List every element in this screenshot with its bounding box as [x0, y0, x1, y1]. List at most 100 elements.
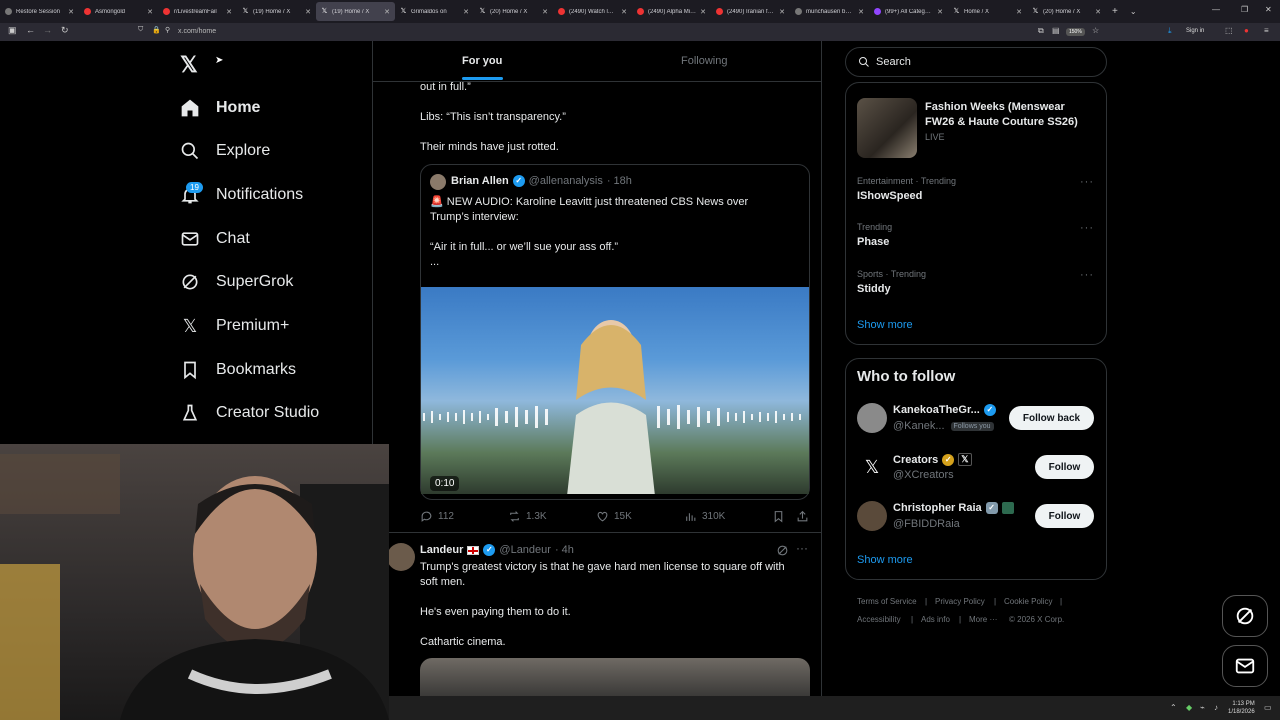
browser-tab[interactable]: (99+) All Categorie ✕ [869, 2, 948, 21]
browser-tab[interactable]: (2490) Alpha Mike ✕ [632, 2, 711, 21]
post-image[interactable] [420, 658, 810, 696]
extension-badge-icon[interactable]: ● [1244, 26, 1249, 35]
trend-item-fashion[interactable]: Fashion Weeks (Menswear FW26 & Haute Cou… [925, 100, 1078, 145]
close-tab-icon[interactable]: ✕ [226, 8, 232, 16]
close-tab-icon[interactable]: ✕ [68, 8, 74, 16]
messages-button[interactable] [1222, 645, 1268, 687]
menu-icon[interactable]: ≡ [1264, 26, 1269, 35]
trend-item-stiddy[interactable]: Stiddy [857, 283, 891, 295]
tab-following[interactable]: Following [681, 55, 727, 67]
browser-tab[interactable]: Restore Session ✕ [0, 2, 79, 21]
close-tab-icon[interactable]: ✕ [858, 8, 864, 16]
footer-link-accessibility[interactable]: Accessibility [857, 615, 901, 624]
extensions-icon[interactable]: ⬚ [1225, 26, 1233, 35]
avatar[interactable] [857, 501, 887, 531]
notification-center-icon[interactable]: ▭ [1264, 703, 1272, 712]
trend-item-phase[interactable]: Phase [857, 236, 889, 248]
close-tab-icon[interactable]: ✕ [1016, 8, 1022, 16]
close-tab-icon[interactable]: ✕ [542, 8, 548, 16]
browser-tab[interactable]: r/LivestreamFail ✕ [158, 2, 237, 21]
more-options-icon[interactable]: ··· [796, 541, 808, 555]
search-input[interactable]: Search [845, 47, 1107, 77]
sidebar-toggle-icon[interactable]: ▣ [8, 25, 17, 36]
maximize-icon[interactable]: ❐ [1241, 5, 1248, 14]
window-close-icon[interactable]: ✕ [1265, 5, 1272, 14]
more-options-icon[interactable]: ··· [1080, 176, 1094, 188]
nav-home[interactable]: Home [180, 98, 260, 118]
tray-app-icon[interactable]: ◆ [1186, 703, 1192, 712]
download-icon[interactable]: ⤓ [1168, 26, 1172, 36]
repost-button[interactable]: 1.3K [508, 510, 547, 523]
follow-button[interactable]: Follow [1035, 455, 1094, 479]
browser-tab[interactable]: 𝕏 (19) Home / X ✕ [237, 2, 316, 21]
bookmark-star-icon[interactable]: ☆ [1092, 26, 1099, 35]
picture-in-picture-icon[interactable]: ⧉ [1038, 26, 1044, 36]
minimize-icon[interactable]: — [1212, 5, 1220, 14]
nav-explore[interactable]: Explore [180, 141, 270, 161]
close-tab-icon[interactable]: ✕ [305, 8, 311, 16]
zoom-level[interactable]: 150% [1066, 28, 1085, 36]
video-player[interactable] [421, 287, 809, 494]
share-icon[interactable] [796, 510, 809, 523]
forward-icon[interactable]: → [43, 25, 52, 35]
follow-back-button[interactable]: Follow back [1009, 406, 1094, 430]
more-options-icon[interactable]: ··· [1080, 269, 1094, 281]
volume-icon[interactable]: ♪ [1214, 703, 1218, 712]
x-logo-icon[interactable]: 𝕏 [180, 52, 198, 78]
more-options-icon[interactable]: ··· [1080, 222, 1094, 234]
close-tab-icon[interactable]: ✕ [779, 8, 785, 16]
grok-button[interactable] [1222, 595, 1268, 637]
footer-link-cookies[interactable]: Cookie Policy [1004, 597, 1052, 606]
browser-tab-active[interactable]: 𝕏 (19) Home / X ✕ [316, 2, 395, 21]
avatar[interactable] [387, 543, 415, 571]
tab-for-you[interactable]: For you [462, 55, 502, 67]
nav-creator-studio[interactable]: Creator Studio [180, 403, 319, 423]
taskbar-clock[interactable]: 1:13 PM 1/18/2026 [1228, 700, 1255, 716]
grok-icon[interactable] [776, 544, 789, 557]
browser-tab[interactable]: (2490) Iranian forc ✕ [711, 2, 790, 21]
close-tab-icon[interactable]: ✕ [1095, 8, 1101, 16]
back-icon[interactable]: ← [26, 25, 35, 35]
new-tab-icon[interactable]: + [1112, 6, 1118, 17]
address-bar-url[interactable]: x.com/home [178, 28, 216, 35]
close-tab-icon[interactable]: ✕ [384, 8, 390, 16]
tab-list-chevron-icon[interactable]: ⌄ [1130, 7, 1137, 16]
nav-supergrok[interactable]: SuperGrok [180, 272, 293, 292]
close-tab-icon[interactable]: ✕ [937, 8, 943, 16]
show-more-trends-link[interactable]: Show more [857, 319, 913, 331]
browser-tab[interactable]: munchausen by pr ✕ [790, 2, 869, 21]
browser-tab[interactable]: 𝕏 Home / X ✕ [948, 2, 1027, 21]
browser-tab[interactable]: 𝕏 Grimaldos on ✕ [395, 2, 474, 21]
lock-icon[interactable]: 🔒 [152, 26, 161, 34]
network-icon[interactable]: ⌁ [1200, 703, 1205, 712]
trend-thumbnail[interactable] [857, 98, 917, 158]
footer-link-privacy[interactable]: Privacy Policy [935, 597, 985, 606]
browser-tab[interactable]: 𝕏 (20) Home / X ✕ [1027, 2, 1106, 21]
footer-link-ads-info[interactable]: Ads info [921, 615, 950, 624]
bookmark-icon[interactable] [772, 510, 785, 523]
permissions-icon[interactable]: ⚲ [165, 26, 170, 34]
reader-view-icon[interactable]: ▤ [1052, 26, 1060, 35]
browser-sign-in[interactable]: Sign in [1186, 28, 1204, 34]
nav-premium[interactable]: 𝕏 Premium+ [180, 316, 290, 336]
like-button[interactable]: 15K [596, 510, 632, 523]
system-tray-chevron-icon[interactable]: ⌃ [1170, 703, 1177, 712]
post-author[interactable]: Landeur ✓ @Landeur · 4h [420, 544, 574, 556]
views-button[interactable]: 310K [684, 510, 725, 523]
nav-bookmarks[interactable]: Bookmarks [180, 360, 296, 380]
reload-icon[interactable]: ↻ [61, 25, 69, 36]
show-more-follow-link[interactable]: Show more [857, 554, 913, 566]
browser-tab[interactable]: (2490) Watch later ✕ [553, 2, 632, 21]
follow-suggestion-name[interactable]: KanekoaTheGr... ✓ [893, 404, 996, 416]
avatar[interactable] [857, 403, 887, 433]
footer-link-more[interactable]: More ··· [969, 615, 997, 624]
close-tab-icon[interactable]: ✕ [700, 8, 706, 16]
avatar[interactable] [430, 174, 446, 190]
follow-suggestion-name[interactable]: Creators ✓ 𝕏 [893, 453, 972, 466]
shield-icon[interactable]: ⛉ [138, 26, 143, 34]
close-tab-icon[interactable]: ✕ [463, 8, 469, 16]
x-logo-icon[interactable]: 𝕏 [857, 452, 887, 482]
close-tab-icon[interactable]: ✕ [621, 8, 627, 16]
follow-suggestion-name[interactable]: Christopher Raia ✓ [893, 502, 1014, 514]
footer-link-terms[interactable]: Terms of Service [857, 597, 917, 606]
